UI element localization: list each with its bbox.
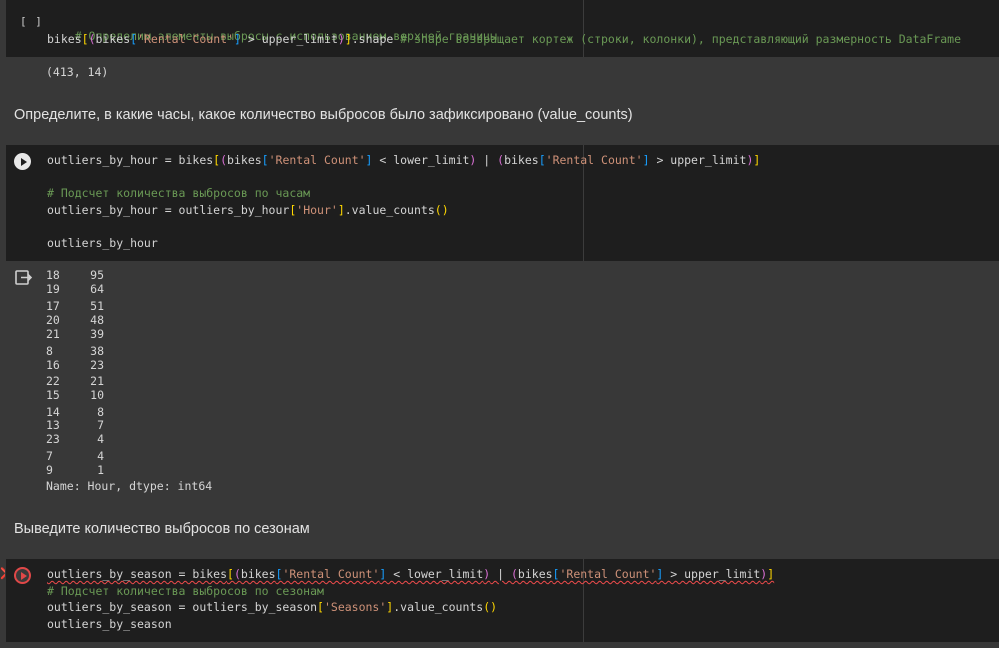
output-row: 91 (46, 463, 104, 477)
code-line[interactable]: outliers_by_hour (47, 236, 158, 250)
play-icon (20, 157, 27, 166)
error-marker: ❌ (0, 567, 5, 581)
run-cell-button-error[interactable] (14, 567, 31, 584)
output-row: 18 95 (46, 268, 104, 282)
code-cell-2[interactable]: outliers_by_hour = bikes[(bikes['Rental … (6, 145, 999, 261)
output-value: 39 (90, 327, 104, 341)
output-row: 8 38 (46, 344, 104, 358)
execution-count: [ ] (20, 15, 43, 28)
output-value: 38 (90, 344, 104, 358)
code-cell-1[interactable]: [ ] # Определим элементы-выбросы с испол… (6, 0, 999, 57)
output-key: 19 (46, 282, 60, 296)
output-row: 17 51 (46, 299, 104, 313)
output-key: 22 (46, 374, 60, 388)
output-row: 19 64 (46, 282, 104, 296)
output-row: 23 4 (46, 432, 104, 446)
output-value: 8 (97, 405, 104, 419)
output-row: 13 7 (46, 418, 104, 432)
cell-output-1: (413, 14) (46, 65, 109, 79)
output-value: 7 (97, 418, 104, 432)
markdown-text-1: Определите, в какие часы, какое количест… (14, 107, 633, 123)
markdown-text-2: Выведите количество выбросов по сезонам (14, 521, 310, 537)
output-key: 9 (46, 463, 53, 477)
code-line[interactable]: outliers_by_season (47, 617, 172, 631)
output-value: 95 (90, 268, 104, 282)
output-value: 4 (97, 432, 104, 446)
output-value: 1 (97, 463, 104, 477)
output-key: 17 (46, 299, 60, 313)
output-key: 8 (46, 344, 53, 358)
output-value: 4 (97, 449, 104, 463)
code-line[interactable]: outliers_by_season = outliers_by_season[… (47, 600, 497, 614)
output-value: 23 (90, 358, 104, 372)
output-value: 51 (90, 299, 104, 313)
code-line[interactable]: bikes[(bikes['Rental Count'] > upper_lim… (47, 32, 961, 46)
output-key: 13 (46, 418, 60, 432)
output-key: 20 (46, 313, 60, 327)
output-row: 20 48 (46, 313, 104, 327)
output-key: 14 (46, 405, 60, 419)
ruler-line (583, 0, 584, 57)
code-cell-3[interactable]: outliers_by_season = bikes[(bikes['Renta… (6, 559, 999, 642)
output-value: 64 (90, 282, 104, 296)
code-line[interactable]: outliers_by_hour = bikes[(bikes['Rental … (47, 153, 760, 167)
output-key: 23 (46, 432, 60, 446)
output-row: 74 (46, 449, 104, 463)
output-row: 22 21 (46, 374, 104, 388)
output-icon[interactable] (15, 270, 33, 286)
output-key: 16 (46, 358, 60, 372)
code-line[interactable]: outliers_by_season = bikes[(bikes['Renta… (47, 567, 774, 581)
code-line[interactable]: outliers_by_hour = outliers_by_hour['Hou… (47, 203, 449, 217)
output-row: 15 10 (46, 388, 104, 402)
output-row: 21 39 (46, 327, 104, 341)
output-value: 10 (90, 388, 104, 402)
output-value: 48 (90, 313, 104, 327)
output-key: 18 (46, 268, 60, 282)
output-key: 15 (46, 388, 60, 402)
output-key: 21 (46, 327, 60, 341)
output-row: 14 8 (46, 405, 104, 419)
play-icon (20, 571, 27, 580)
output-key: 7 (46, 449, 53, 463)
output-row: 16 23 (46, 358, 104, 372)
code-line[interactable]: # Подсчет количества выбросов по часам (47, 186, 310, 200)
output-footer: Name: Hour, dtype: int64 (46, 479, 213, 493)
run-cell-button[interactable] (14, 153, 31, 170)
code-line[interactable]: # Подсчет количества выбросов по сезонам (47, 584, 324, 598)
output-value: 21 (90, 374, 104, 388)
